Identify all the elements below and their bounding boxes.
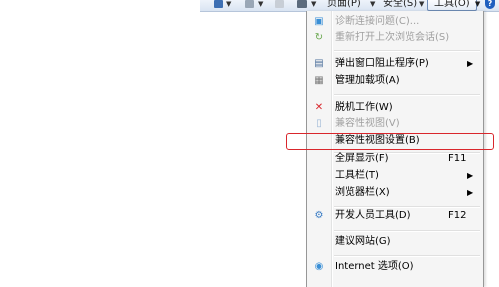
internet-options-icon: ◉ [314,261,324,272]
page-dropdown-arrow[interactable]: ▼ [370,0,375,8]
menu-item-diagnose-connection[interactable]: ▣ 诊断连接问题(C)... [307,14,483,30]
menu-item-label: 浏览器栏(X) [335,187,390,198]
feeds-dropdown-arrow[interactable]: ▼ [258,0,263,8]
menu-item-label: 开发人员工具(D) [335,210,411,221]
menu-item-label: 工具栏(T) [335,170,379,181]
safety-menu-button[interactable]: 安全(S) [383,0,417,10]
menu-item-explorer-bars[interactable]: 浏览器栏(X) ▶ [307,185,483,201]
menu-item-shortcut: F11 [448,153,467,164]
menu-item-compatibility-view[interactable]: ▯ 兼容性视图(V) [307,116,483,132]
menu-item-suggested-sites[interactable]: 建议网站(G) [307,234,483,250]
menu-separator [334,255,480,257]
menu-item-label: 重新打开上次浏览会话(S) [335,32,450,43]
popup-blocker-icon: ▤ [314,58,324,69]
menu-item-toolbars[interactable]: 工具栏(T) ▶ [307,168,483,184]
submenu-arrow-icon: ▶ [467,59,474,68]
menu-item-label: 全屏显示(F) [335,153,389,164]
print-dropdown-arrow[interactable]: ▼ [311,0,316,8]
menu-item-label: Internet 选项(O) [335,261,414,272]
menu-item-label: 建议网站(G) [335,236,391,247]
menu-item-internet-options[interactable]: ◉ Internet 选项(O) [307,259,483,275]
home-icon[interactable] [214,0,223,8]
menu-item-work-offline[interactable]: ✕ 脱机工作(W) [307,100,483,116]
menu-separator [334,50,480,52]
menu-item-manage-addons[interactable]: ▦ 管理加载项(A) [307,73,483,89]
feeds-icon[interactable] [245,0,254,8]
menu-item-shortcut: F12 [448,210,467,221]
offline-icon: ✕ [314,102,324,113]
home-dropdown-arrow[interactable]: ▼ [226,0,231,8]
menu-item-full-screen[interactable]: 全屏显示(F) F11 [307,151,483,167]
print-icon[interactable] [297,0,307,8]
highlight-annotation [286,133,494,150]
menu-separator [334,230,480,232]
menu-item-reopen-session[interactable]: ↻ 重新打开上次浏览会话(S) [307,30,483,46]
addons-icon: ▦ [314,75,324,86]
read-mail-icon[interactable] [275,0,284,8]
tools-dropdown-arrow: ▼ [474,0,481,8]
menu-item-label: 脱机工作(W) [335,102,393,113]
menu-item-label: 诊断连接问题(C)... [335,16,420,27]
compat-view-icon: ▯ [316,118,322,129]
submenu-arrow-icon: ▶ [467,171,474,180]
menu-item-popup-blocker[interactable]: ▤ 弹出窗口阻止程序(P) ▶ [307,56,483,72]
tools-menu-button[interactable]: 工具(O) ▼ [427,0,481,11]
developer-tools-icon: ⚙ [314,210,324,221]
menu-separator [334,94,480,96]
safety-dropdown-arrow[interactable]: ▼ [419,0,424,8]
menu-item-label: 管理加载项(A) [335,75,400,86]
menu-item-label: 兼容性视图(V) [335,118,400,129]
menu-item-developer-tools[interactable]: ⚙ 开发人员工具(D) F12 [307,208,483,224]
submenu-arrow-icon: ▶ [467,188,474,197]
page-menu-button[interactable]: 页面(P) [327,0,361,10]
reopen-session-icon: ↻ [314,32,324,43]
diagnose-icon: ▣ [314,16,324,27]
tools-menu-label: 工具(O) [434,0,470,9]
menu-item-label: 弹出窗口阻止程序(P) [335,58,429,69]
